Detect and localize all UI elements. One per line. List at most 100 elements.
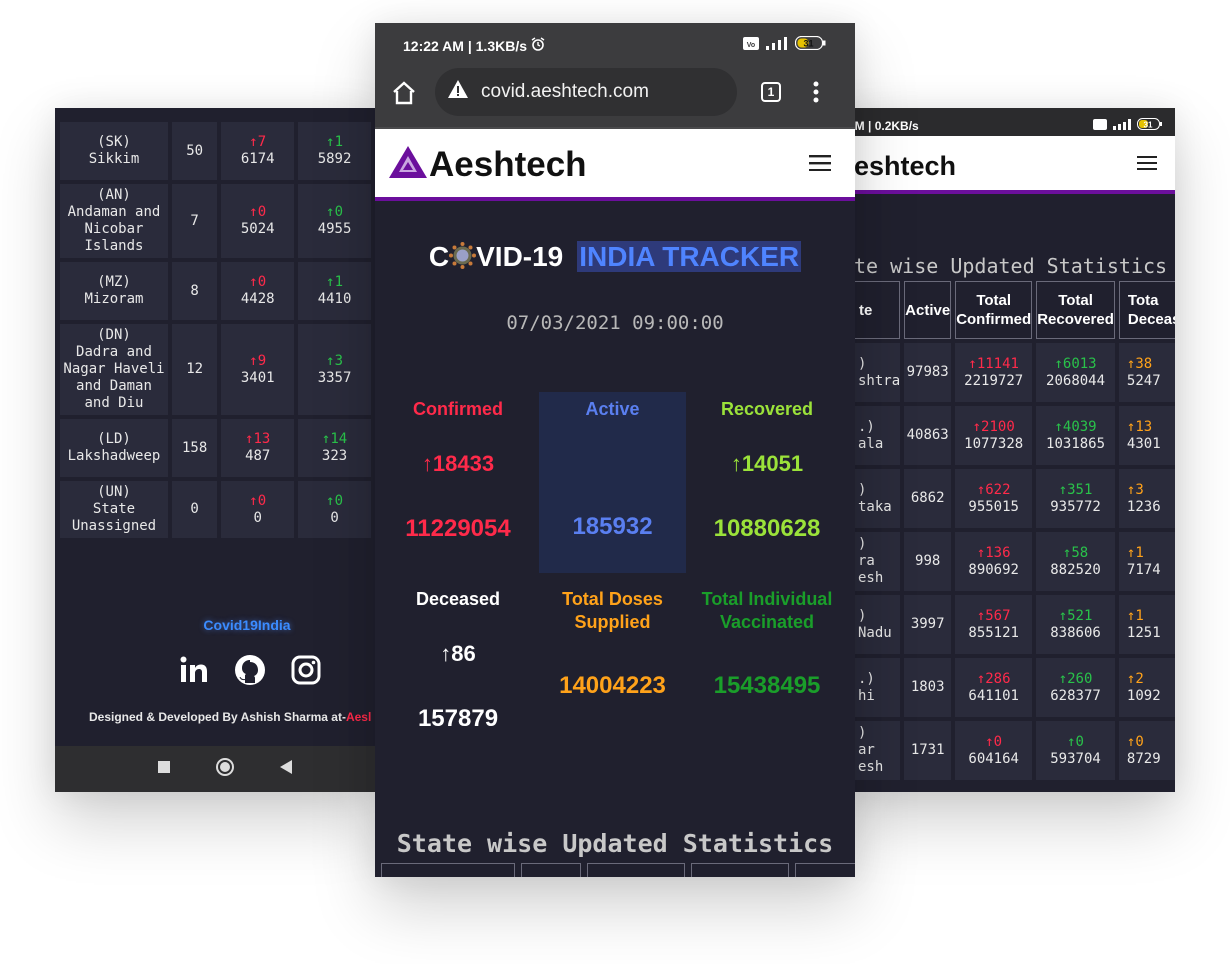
state-name-cell: (UN) State Unassigned	[60, 481, 168, 538]
recovered-cell: ↑351 935772	[1036, 469, 1115, 528]
deceased-cell: ↑13 4301	[1118, 406, 1175, 465]
recovered-total: 882520	[1050, 561, 1101, 578]
recovered-delta: ↑14	[321, 431, 348, 447]
table-row: (SK) Sikkim 50 ↑7 6174 ↑1 5892	[60, 122, 371, 180]
state-name-line: Islands	[84, 238, 144, 254]
deceased-total: 1251	[1126, 624, 1161, 641]
state-code: (AN)	[97, 187, 131, 203]
state-stats-table: (SK) Sikkim 50 ↑7 6174 ↑1 5892 (AN) Andaman and N…	[56, 118, 375, 542]
credit-brand-link[interactable]: Aesl	[346, 710, 371, 724]
recovered-total: 4410	[317, 291, 352, 307]
table-row: (DN) Dadra and Nagar Haveli and Daman and Di…	[60, 324, 371, 415]
table-header-cell[interactable]	[691, 863, 789, 877]
more-menu-icon[interactable]	[813, 80, 819, 109]
confirmed-delta: ↑286	[976, 670, 1011, 687]
recovered-total: 838606	[1050, 624, 1101, 641]
github-icon[interactable]	[233, 653, 267, 687]
warning-icon[interactable]	[447, 79, 469, 105]
header-recovered[interactable]: Total Recovered	[1036, 281, 1115, 339]
deceased-cell: ↑3 1236	[1118, 469, 1175, 528]
covid19india-link[interactable]: Covid19India	[55, 617, 375, 633]
confirmed-cell: ↑0 604164	[955, 721, 1033, 780]
state-code: (SK)	[97, 134, 131, 150]
header-deceased[interactable]: TotaDeceas	[1118, 281, 1175, 339]
active-cell: 97983	[904, 343, 952, 402]
confirmed-cell: ↑9 3401	[221, 324, 295, 415]
confirmed-delta: ↑567	[976, 607, 1011, 624]
recovered-cell: ↑521 838606	[1036, 595, 1115, 654]
recovered-cell: ↑14 323	[298, 419, 371, 477]
confirmed-delta: ↑0	[249, 274, 267, 290]
active-cell: 12	[171, 324, 218, 415]
aeshtech-logo-icon[interactable]	[389, 146, 427, 183]
recovered-delta: ↑6013	[1054, 355, 1097, 372]
confirmed-cell: ↑136 890692	[955, 532, 1033, 591]
header-state[interactable]: te	[854, 281, 901, 339]
confirmed-delta: ↑18433	[421, 451, 495, 476]
table-header-cell[interactable]	[521, 863, 581, 877]
vaccinated-stat: Total Individual Vaccinated 15438495	[691, 588, 843, 700]
confirmed-total: 4428	[240, 291, 275, 307]
instagram-icon[interactable]	[289, 653, 323, 687]
recovered-total: 3357	[317, 369, 352, 386]
recovered-delta: ↑521	[1058, 607, 1093, 624]
active-cell: 0	[171, 481, 218, 538]
back-triangle-icon[interactable]	[280, 759, 293, 779]
site-header: Aeshtech	[375, 127, 855, 201]
confirmed-delta: ↑0	[985, 733, 1003, 750]
table-header-cell[interactable]	[795, 863, 855, 877]
home-circle-icon[interactable]	[215, 757, 235, 782]
signal-icon	[1113, 118, 1131, 133]
svg-text:Vo: Vo	[747, 42, 755, 49]
url-text[interactable]: covid.aeshtech.com	[481, 81, 649, 103]
state-name-line: ra	[858, 553, 875, 569]
confirmed-delta: ↑0	[249, 204, 267, 220]
deceased-cell: ↑1 7174	[1118, 532, 1175, 591]
state-name-cell: ) Nadu	[854, 595, 901, 654]
state-name: Mizoram	[84, 291, 144, 307]
confirmed-delta: ↑2100	[972, 418, 1015, 435]
state-name-line: Nagar Haveli	[63, 361, 165, 377]
tab-switcher-button[interactable]: 1	[761, 82, 781, 102]
table-row: ) taka 6862 ↑622 955015 ↑351 935772 ↑3 1236	[854, 469, 1175, 528]
table-header-cell[interactable]	[587, 863, 685, 877]
recovered-total: 2068044	[1046, 372, 1106, 389]
state-name-cell: ) ar esh	[854, 721, 901, 780]
table-header-cell[interactable]	[381, 863, 515, 877]
confirmed-total: 955015	[968, 498, 1019, 515]
url-field[interactable]: covid.aeshtech.com	[435, 68, 737, 116]
deceased-delta: ↑86	[440, 641, 476, 666]
state-name-line: State	[92, 501, 136, 517]
confirmed-delta: ↑0	[249, 492, 267, 509]
header-active[interactable]: Active	[904, 281, 952, 339]
hamburger-menu-icon[interactable]	[809, 155, 831, 176]
table-row: .) ala 40863 ↑2100 1077328 ↑4039 1031865 ↑13 430…	[854, 406, 1175, 465]
recovered-total: 628377	[1050, 687, 1101, 704]
deceased-delta: ↑3	[1126, 481, 1144, 498]
site-logo[interactable]: Aeshtech	[429, 145, 587, 185]
state-name-cell: ) taka	[854, 469, 901, 528]
confirmed-total: 855121	[968, 624, 1019, 641]
state-name-line: Nadu	[858, 624, 892, 641]
recovered-cell: ↑0 593704	[1036, 721, 1115, 780]
svg-text:31: 31	[1144, 121, 1153, 130]
recovered-total: 935772	[1050, 498, 1101, 515]
home-icon[interactable]	[391, 80, 417, 111]
recovered-total: 10880628	[713, 515, 821, 542]
deceased-cell: ↑1 1251	[1118, 595, 1175, 654]
confirmed-cell: ↑567 855121	[955, 595, 1033, 654]
header-confirmed[interactable]: Total Confirmed	[955, 281, 1033, 339]
table-row: ) ra esh 998 ↑136 890692 ↑58 882520 ↑1 7174	[854, 532, 1175, 591]
recents-square-icon[interactable]	[157, 760, 170, 778]
state-name-line: Unassigned	[71, 518, 157, 534]
site-logo[interactable]: eshtech	[854, 151, 956, 182]
deceased-cell: ↑38 5247	[1118, 343, 1175, 402]
table-row: (MZ) Mizoram 8 ↑0 4428 ↑1 4410	[60, 262, 371, 320]
linkedin-icon[interactable]	[177, 653, 211, 687]
hamburger-menu-icon[interactable]	[1137, 156, 1157, 175]
active-cell: 3997	[904, 595, 952, 654]
deceased-delta: ↑2	[1126, 670, 1144, 687]
recovered-cell: ↑6013 2068044	[1036, 343, 1115, 402]
recovered-cell: ↑0 0	[298, 481, 371, 538]
recovered-label: Recovered	[720, 399, 814, 419]
